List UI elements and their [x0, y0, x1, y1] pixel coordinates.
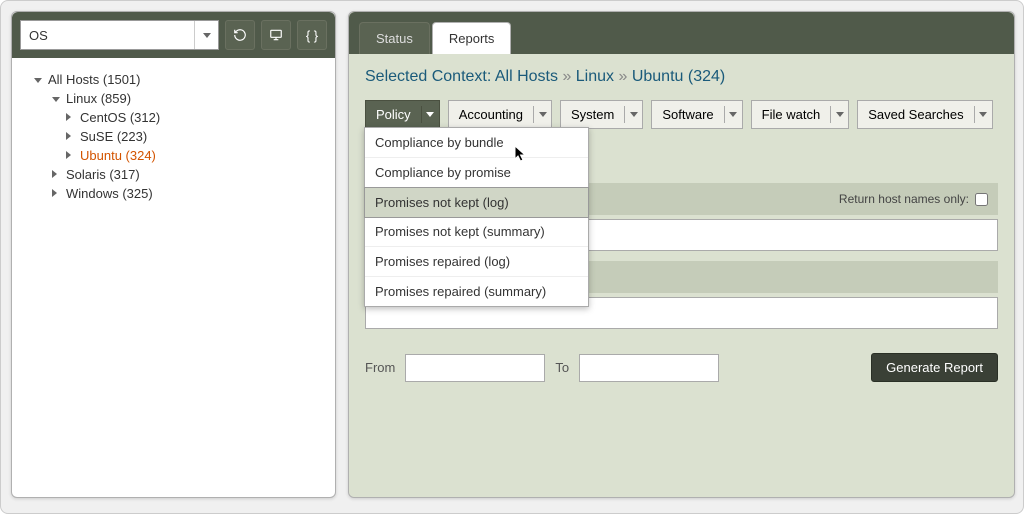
breadcrumb-ubuntu[interactable]: Ubuntu (324) — [632, 68, 725, 85]
braces-button[interactable]: { } — [297, 20, 327, 50]
tree-item-suse[interactable]: SuSE (223) — [66, 127, 331, 146]
to-label: To — [555, 360, 569, 375]
chevron-down-icon — [194, 21, 218, 49]
menu-promises-repaired-log[interactable]: Promises repaired (log) — [365, 247, 588, 277]
chevron-down-icon — [421, 106, 439, 123]
tab-reports[interactable]: Reports — [432, 22, 512, 54]
to-input[interactable] — [579, 354, 719, 382]
monitor-button[interactable] — [261, 20, 291, 50]
filter-software[interactable]: Software — [651, 100, 742, 129]
refresh-button[interactable] — [225, 20, 255, 50]
filter-saved[interactable]: Saved Searches — [857, 100, 992, 129]
filter-filewatch[interactable]: File watch — [751, 100, 850, 129]
tree-item-solaris[interactable]: Solaris (317) — [52, 165, 331, 184]
tab-status[interactable]: Status — [359, 22, 430, 54]
hosts-panel: OS { } All Hosts (1501) Linux (859) — [11, 11, 336, 498]
chevron-right-icon — [66, 150, 76, 162]
chevron-down-icon — [724, 106, 742, 123]
menu-compliance-promise[interactable]: Compliance by promise — [365, 158, 588, 188]
tree-item-all-hosts[interactable]: All Hosts (1501) — [34, 70, 331, 89]
os-selector-label: OS — [21, 28, 194, 43]
reports-content: Selected Context: All Hosts » Linux » Ub… — [349, 54, 1014, 497]
tab-strip: Status Reports — [349, 12, 1014, 54]
chevron-down-icon — [533, 106, 551, 123]
hosts-toolbar: OS { } — [12, 12, 335, 58]
breadcrumb: Selected Context: All Hosts » Linux » Ub… — [365, 68, 998, 86]
filter-row: Policy Accounting System Software File w… — [365, 100, 998, 129]
chevron-right-icon — [52, 188, 62, 200]
chevron-down-icon — [34, 74, 44, 86]
chevron-down-icon — [830, 106, 848, 123]
date-row: From To Generate Report — [365, 353, 998, 382]
breadcrumb-linux[interactable]: Linux — [576, 68, 614, 85]
refresh-icon — [233, 28, 247, 42]
filter-system[interactable]: System — [560, 100, 643, 129]
menu-promises-not-kept-summary[interactable]: Promises not kept (summary) — [365, 217, 588, 247]
from-label: From — [365, 360, 395, 375]
monitor-icon — [269, 28, 283, 42]
hosts-tree: All Hosts (1501) Linux (859) CentOS (312… — [12, 58, 335, 215]
filter-accounting[interactable]: Accounting — [448, 100, 552, 129]
chevron-down-icon — [624, 106, 642, 123]
tree-item-windows[interactable]: Windows (325) — [52, 184, 331, 203]
layout-row: OS { } All Hosts (1501) Linux (859) — [11, 11, 1015, 505]
os-selector[interactable]: OS — [20, 20, 219, 50]
menu-compliance-bundle[interactable]: Compliance by bundle — [365, 128, 588, 158]
chevron-right-icon — [52, 169, 62, 181]
breadcrumb-all[interactable]: All Hosts — [495, 68, 558, 85]
chevron-right-icon — [66, 112, 76, 124]
from-input[interactable] — [405, 354, 545, 382]
breadcrumb-prefix: Selected Context: — [365, 68, 495, 85]
menu-promises-not-kept-log[interactable]: Promises not kept (log) — [364, 187, 589, 218]
menu-promises-repaired-summary[interactable]: Promises repaired (summary) — [365, 277, 588, 306]
chevron-down-icon — [52, 93, 62, 105]
return-hosts-checkbox[interactable] — [975, 193, 988, 206]
return-hosts-label: Return host names only: — [839, 192, 969, 206]
app-frame: OS { } All Hosts (1501) Linux (859) — [0, 0, 1024, 514]
policy-dropdown: Compliance by bundle Compliance by promi… — [364, 127, 589, 307]
chevron-down-icon — [974, 106, 992, 123]
generate-report-button[interactable]: Generate Report — [871, 353, 998, 382]
chevron-right-icon — [66, 131, 76, 143]
tree-item-centos[interactable]: CentOS (312) — [66, 108, 331, 127]
filter-policy[interactable]: Policy — [365, 100, 440, 129]
braces-icon: { } — [306, 28, 318, 43]
tree-item-ubuntu[interactable]: Ubuntu (324) — [66, 146, 331, 165]
reports-panel: Status Reports Selected Context: All Hos… — [348, 11, 1015, 498]
tree-item-linux[interactable]: Linux (859) — [52, 89, 331, 108]
